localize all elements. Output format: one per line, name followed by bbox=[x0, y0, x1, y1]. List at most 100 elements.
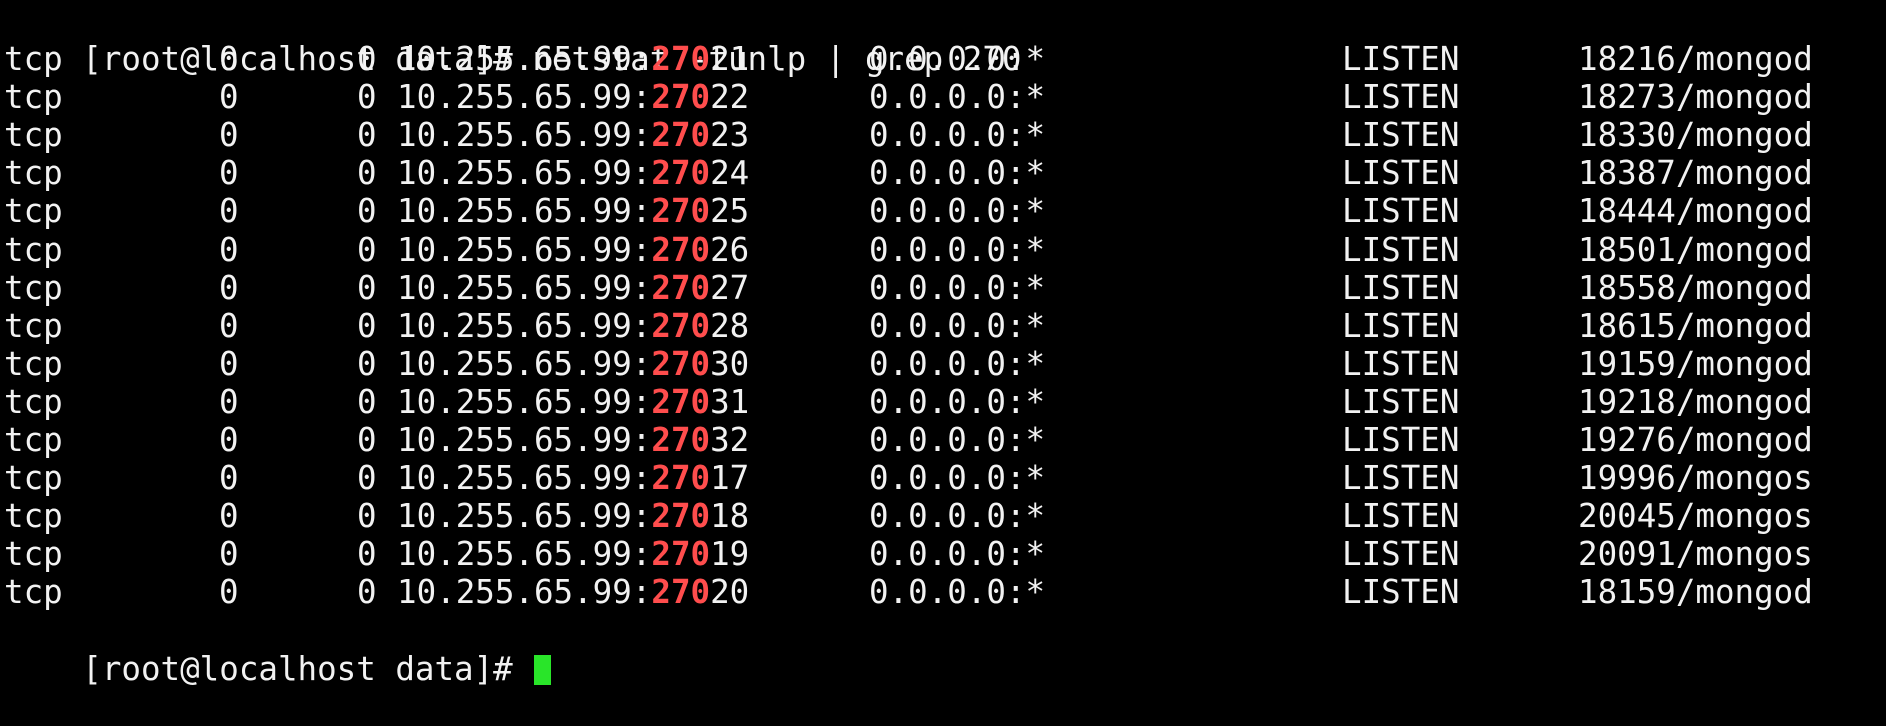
recv-q-cell: 0 bbox=[219, 268, 239, 307]
send-q-cell: 0 bbox=[357, 306, 377, 345]
pid-program-cell: 20045/mongos bbox=[1578, 497, 1813, 536]
state-cell: LISTEN bbox=[1342, 535, 1460, 574]
recv-q-cell: 0 bbox=[219, 192, 239, 231]
proto-cell: tcp bbox=[4, 344, 63, 383]
output-row: tcp 0 0 10.255.65.99:27026 0.0.0.0:* LISTEN 18… bbox=[4, 231, 1882, 269]
proto-cell: tcp bbox=[4, 192, 63, 231]
grep-match-highlight: 270 bbox=[651, 535, 711, 574]
output-row: tcp 0 0 10.255.65.99:27031 0.0.0.0:* LISTEN 19… bbox=[4, 383, 1882, 421]
foreign-address-cell: 0.0.0.0:* bbox=[869, 459, 1046, 498]
recv-q-cell: 0 bbox=[219, 344, 239, 383]
terminal-window[interactable]: [root@localhost data]# netstat -tunlp | … bbox=[4, 2, 1882, 688]
foreign-address-cell: 0.0.0.0:* bbox=[869, 192, 1046, 231]
pid-program-cell: 19276/mongod bbox=[1578, 421, 1813, 460]
local-address-prefix: 10.255.65.99: bbox=[397, 535, 652, 574]
proto-cell: tcp bbox=[4, 230, 63, 269]
pid-program-cell: 19218/mongod bbox=[1578, 382, 1813, 421]
output-row: tcp 0 0 10.255.65.99:27023 0.0.0.0:* LISTEN 18… bbox=[4, 116, 1882, 154]
grep-match-highlight: 270 bbox=[651, 573, 711, 612]
local-port-rest: 28 bbox=[710, 306, 750, 345]
send-q-cell: 0 bbox=[357, 535, 377, 574]
send-q-cell: 0 bbox=[357, 382, 377, 421]
state-cell: LISTEN bbox=[1342, 382, 1460, 421]
local-port-rest: 17 bbox=[710, 459, 750, 498]
foreign-address-cell: 0.0.0.0:* bbox=[869, 535, 1046, 574]
local-address-prefix: 10.255.65.99: bbox=[397, 573, 652, 612]
local-address-prefix: 10.255.65.99: bbox=[397, 154, 652, 193]
local-address-prefix: 10.255.65.99: bbox=[397, 230, 652, 269]
proto-cell: tcp bbox=[4, 268, 63, 307]
local-address-cell: 10.255.65.99:27026 bbox=[397, 231, 749, 269]
state-cell: LISTEN bbox=[1342, 268, 1460, 307]
send-q-cell: 0 bbox=[357, 192, 377, 231]
local-address-prefix: 10.255.65.99: bbox=[397, 421, 652, 460]
foreign-address-cell: 0.0.0.0:* bbox=[869, 268, 1046, 307]
local-address-prefix: 10.255.65.99: bbox=[397, 192, 652, 231]
send-q-cell: 0 bbox=[357, 497, 377, 536]
local-port-rest: 19 bbox=[710, 535, 750, 574]
local-address-prefix: 10.255.65.99: bbox=[397, 268, 652, 307]
proto-cell: tcp bbox=[4, 459, 63, 498]
recv-q-cell: 0 bbox=[219, 535, 239, 574]
prompt-line[interactable]: [root@localhost data]# bbox=[4, 612, 1882, 688]
proto-cell: tcp bbox=[4, 535, 63, 574]
pid-program-cell: 18387/mongod bbox=[1578, 154, 1813, 193]
output-row: tcp 0 0 10.255.65.99:27030 0.0.0.0:* LISTEN 19… bbox=[4, 345, 1882, 383]
recv-q-cell: 0 bbox=[219, 154, 239, 193]
recv-q-cell: 0 bbox=[219, 497, 239, 536]
recv-q-cell: 0 bbox=[219, 78, 239, 117]
recv-q-cell: 0 bbox=[219, 40, 239, 79]
send-q-cell: 0 bbox=[357, 116, 377, 155]
local-address-cell: 10.255.65.99:27032 bbox=[397, 421, 749, 459]
local-port-rest: 22 bbox=[710, 78, 750, 117]
state-cell: LISTEN bbox=[1342, 459, 1460, 498]
proto-cell: tcp bbox=[4, 497, 63, 536]
state-cell: LISTEN bbox=[1342, 40, 1460, 79]
grep-match-highlight: 270 bbox=[651, 154, 711, 193]
local-address-cell: 10.255.65.99:27019 bbox=[397, 535, 749, 573]
local-port-rest: 25 bbox=[710, 192, 750, 231]
send-q-cell: 0 bbox=[357, 268, 377, 307]
local-address-prefix: 10.255.65.99: bbox=[397, 78, 652, 117]
state-cell: LISTEN bbox=[1342, 573, 1460, 612]
pid-program-cell: 18216/mongod bbox=[1578, 40, 1813, 79]
local-port-rest: 32 bbox=[710, 421, 750, 460]
send-q-cell: 0 bbox=[357, 40, 377, 79]
grep-match-highlight: 270 bbox=[651, 192, 711, 231]
grep-match-highlight: 270 bbox=[651, 230, 711, 269]
state-cell: LISTEN bbox=[1342, 421, 1460, 460]
recv-q-cell: 0 bbox=[219, 116, 239, 155]
pid-program-cell: 18444/mongod bbox=[1578, 192, 1813, 231]
prompt-text: [root@localhost data]# bbox=[82, 649, 533, 688]
output-row: tcp 0 0 10.255.65.99:27024 0.0.0.0:* LISTEN 18… bbox=[4, 154, 1882, 192]
local-port-rest: 20 bbox=[710, 573, 750, 612]
grep-match-highlight: 270 bbox=[651, 78, 711, 117]
local-port-rest: 23 bbox=[710, 116, 750, 155]
send-q-cell: 0 bbox=[357, 154, 377, 193]
netstat-output: tcp 0 0 10.255.65.99:27021 0.0.0.0:* LISTEN 18… bbox=[4, 40, 1882, 611]
recv-q-cell: 0 bbox=[219, 573, 239, 612]
send-q-cell: 0 bbox=[357, 78, 377, 117]
grep-match-highlight: 270 bbox=[651, 40, 711, 79]
pid-program-cell: 18558/mongod bbox=[1578, 268, 1813, 307]
send-q-cell: 0 bbox=[357, 344, 377, 383]
local-port-rest: 31 bbox=[710, 382, 750, 421]
foreign-address-cell: 0.0.0.0:* bbox=[869, 230, 1046, 269]
command-line: [root@localhost data]# netstat -tunlp | … bbox=[4, 2, 1882, 78]
cursor-block bbox=[534, 654, 552, 685]
state-cell: LISTEN bbox=[1342, 192, 1460, 231]
local-address-cell: 10.255.65.99:27023 bbox=[397, 116, 749, 154]
local-address-cell: 10.255.65.99:27028 bbox=[397, 307, 749, 345]
proto-cell: tcp bbox=[4, 116, 63, 155]
local-port-rest: 30 bbox=[710, 344, 750, 383]
state-cell: LISTEN bbox=[1342, 306, 1460, 345]
local-address-cell: 10.255.65.99:27018 bbox=[397, 497, 749, 535]
pid-program-cell: 19159/mongod bbox=[1578, 344, 1813, 383]
local-address-prefix: 10.255.65.99: bbox=[397, 382, 652, 421]
proto-cell: tcp bbox=[4, 306, 63, 345]
state-cell: LISTEN bbox=[1342, 497, 1460, 536]
grep-match-highlight: 270 bbox=[651, 344, 711, 383]
send-q-cell: 0 bbox=[357, 230, 377, 269]
foreign-address-cell: 0.0.0.0:* bbox=[869, 154, 1046, 193]
foreign-address-cell: 0.0.0.0:* bbox=[869, 382, 1046, 421]
